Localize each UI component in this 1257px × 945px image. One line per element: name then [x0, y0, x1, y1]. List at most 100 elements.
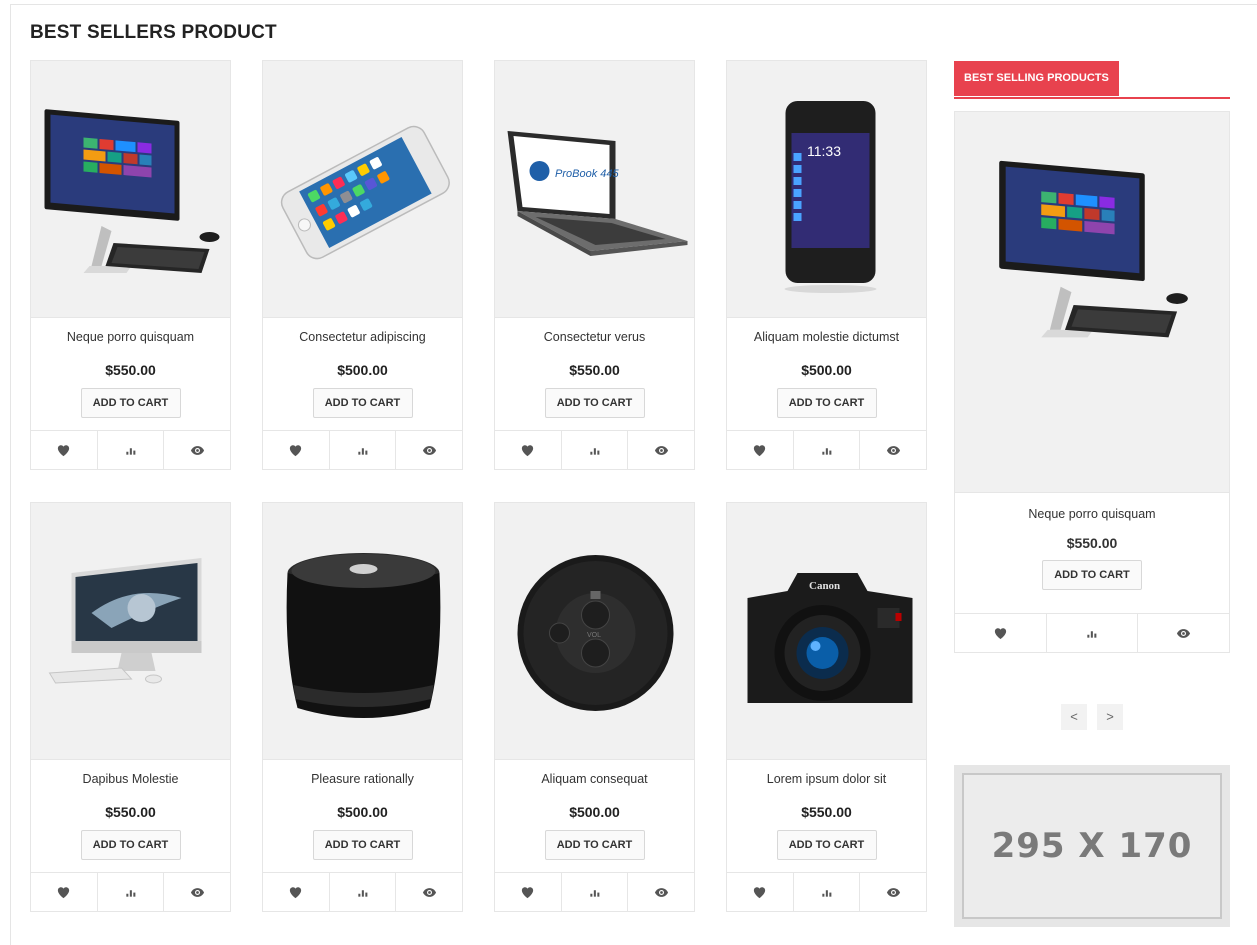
compare-button[interactable]: [794, 873, 861, 911]
add-to-cart-button[interactable]: ADD TO CART: [544, 830, 645, 860]
bar-chart-icon: [820, 885, 834, 899]
wishlist-button[interactable]: [263, 873, 330, 911]
wishlist-button[interactable]: [495, 873, 562, 911]
product-image[interactable]: [263, 503, 462, 760]
wishlist-button[interactable]: [727, 873, 794, 911]
product-name[interactable]: Aliquam molestie dictumst: [727, 330, 926, 346]
section-title: BEST SELLERS PRODUCT: [30, 22, 277, 43]
quick-view-button[interactable]: [396, 873, 462, 911]
eye-icon: [1176, 626, 1191, 641]
eye-icon: [190, 885, 205, 900]
product-name[interactable]: Neque porro quisquam: [31, 330, 230, 346]
sidebar-product-card[interactable]: Neque porro quisquam $550.00 ADD TO CART: [954, 111, 1230, 653]
product-image[interactable]: [31, 503, 230, 760]
product-image[interactable]: ProBook 445: [495, 61, 694, 318]
eye-icon: [422, 443, 437, 458]
bar-chart-icon: [588, 443, 602, 457]
camera-brand-text: Canon: [809, 580, 840, 592]
product-name[interactable]: Lorem ipsum dolor sit: [727, 772, 926, 788]
sidebar-product-image[interactable]: [955, 112, 1229, 493]
quick-view-button[interactable]: [860, 431, 926, 469]
sidebar-product-price: $550.00: [1066, 535, 1118, 551]
heart-icon: [752, 443, 767, 458]
add-to-cart-button[interactable]: ADD TO CART: [80, 830, 181, 860]
compare-button[interactable]: [562, 873, 629, 911]
add-to-cart-button[interactable]: ADD TO CART: [312, 388, 413, 418]
product-image[interactable]: Canon: [727, 503, 926, 760]
product-image[interactable]: VOL: [495, 503, 694, 760]
product-card[interactable]: Canon Lorem ipsum dolor sit $550.00 ADD …: [726, 502, 927, 912]
wishlist-button[interactable]: [31, 873, 98, 911]
product-price: $550.00: [569, 362, 620, 378]
product-card[interactable]: Consectetur adipiscing $500.00 ADD TO CA…: [262, 60, 463, 470]
product-image[interactable]: [263, 61, 462, 318]
sidebar-tab-best-selling[interactable]: BEST SELLING PRODUCTS: [954, 61, 1119, 96]
quick-view-button[interactable]: [1138, 614, 1229, 652]
product-name[interactable]: Consectetur adipiscing: [263, 330, 462, 346]
add-to-cart-button[interactable]: ADD TO CART: [80, 388, 181, 418]
eye-icon: [654, 885, 669, 900]
product-name[interactable]: Pleasure rationally: [263, 772, 462, 788]
product-actions: [263, 430, 462, 469]
sidebar-tab-bar: BEST SELLING PRODUCTS: [954, 61, 1230, 99]
wishlist-button[interactable]: [263, 431, 330, 469]
carousel-next-button[interactable]: >: [1097, 704, 1123, 730]
product-actions: [495, 430, 694, 469]
ad-banner-placeholder[interactable]: 295 X 170: [954, 765, 1230, 927]
product-card[interactable]: Pleasure rationally $500.00 ADD TO CART: [262, 502, 463, 912]
product-image[interactable]: [31, 61, 230, 318]
product-actions: [727, 430, 926, 469]
heart-icon: [520, 443, 535, 458]
product-card[interactable]: Dapibus Molestie $550.00 ADD TO CART: [30, 502, 231, 912]
product-actions: [31, 872, 230, 911]
eye-icon: [886, 885, 901, 900]
compare-button[interactable]: [330, 431, 397, 469]
phone-screen-time: 11:33: [807, 143, 841, 159]
compare-button[interactable]: [562, 431, 629, 469]
product-card[interactable]: Neque porro quisquam $550.00 ADD TO CART: [30, 60, 231, 470]
laptop-screen-text: ProBook 445: [555, 168, 619, 180]
heart-icon: [752, 885, 767, 900]
product-image[interactable]: 11:33: [727, 61, 926, 318]
product-image-hp-laptop: ProBook 445: [495, 61, 694, 317]
quick-view-button[interactable]: [164, 873, 230, 911]
product-name[interactable]: Dapibus Molestie: [31, 772, 230, 788]
product-name[interactable]: Aliquam consequat: [495, 772, 694, 788]
heart-icon: [56, 885, 71, 900]
compare-button[interactable]: [98, 873, 165, 911]
bar-chart-icon: [124, 885, 138, 899]
add-to-cart-button[interactable]: ADD TO CART: [544, 388, 645, 418]
wishlist-button[interactable]: [495, 431, 562, 469]
compare-button[interactable]: [98, 431, 165, 469]
sidebar-product-name[interactable]: Neque porro quisquam: [955, 507, 1229, 521]
quick-view-button[interactable]: [628, 873, 694, 911]
quick-view-button[interactable]: [860, 873, 926, 911]
product-actions: [495, 872, 694, 911]
add-to-cart-button[interactable]: ADD TO CART: [776, 830, 877, 860]
product-card[interactable]: ProBook 445 Consectetur verus $550.00 AD…: [494, 60, 695, 470]
product-actions: [727, 872, 926, 911]
compare-button[interactable]: [1047, 614, 1139, 652]
compare-button[interactable]: [794, 431, 861, 469]
quick-view-button[interactable]: [396, 431, 462, 469]
heart-icon: [520, 885, 535, 900]
quick-view-button[interactable]: [628, 431, 694, 469]
wishlist-button[interactable]: [955, 614, 1047, 652]
compare-button[interactable]: [330, 873, 397, 911]
product-image-imac: [31, 503, 230, 759]
carousel-prev-button[interactable]: <: [1061, 704, 1087, 730]
add-to-cart-button[interactable]: ADD TO CART: [312, 830, 413, 860]
wishlist-button[interactable]: [727, 431, 794, 469]
banner-size-text: 295 X 170: [962, 773, 1222, 919]
product-price: $550.00: [801, 804, 852, 820]
wishlist-button[interactable]: [31, 431, 98, 469]
product-name[interactable]: Consectetur verus: [495, 330, 694, 346]
eye-icon: [886, 443, 901, 458]
product-card[interactable]: VOL Aliquam consequat $500.00 ADD TO CAR…: [494, 502, 695, 912]
product-card[interactable]: 11:33 Aliquam molestie dictumst $500.00 …: [726, 60, 927, 470]
quick-view-button[interactable]: [164, 431, 230, 469]
add-to-cart-button[interactable]: ADD TO CART: [776, 388, 877, 418]
add-to-cart-button[interactable]: ADD TO CART: [1042, 560, 1142, 590]
product-actions: [31, 430, 230, 469]
product-image-speaker: [263, 503, 462, 759]
